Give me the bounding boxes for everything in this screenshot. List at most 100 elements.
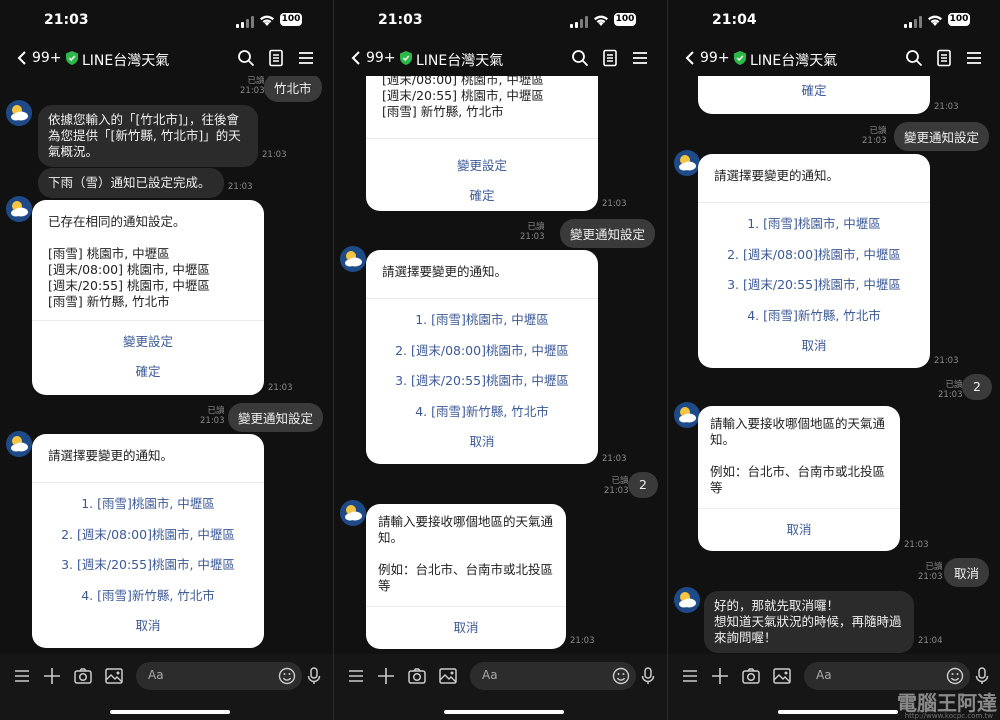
input-placeholder: Aa [148, 668, 164, 682]
menu-icon[interactable] [12, 666, 32, 686]
weather-sun-cloud-icon [11, 105, 28, 121]
emoji-icon[interactable] [278, 667, 296, 685]
message-time: 21:03 [268, 383, 293, 393]
cancel-button[interactable]: 取消 [366, 613, 566, 643]
read-receipt: 已讀 21:03 [520, 222, 545, 242]
microphone-icon[interactable] [972, 666, 992, 686]
cellular-signal-icon [904, 16, 922, 28]
cancel-button[interactable]: 取消 [366, 427, 598, 458]
message-time: 21:03 [934, 102, 959, 112]
message-time: 21:03 [262, 150, 287, 160]
input-placeholder: Aa [482, 668, 498, 682]
weather-bot-avatar[interactable] [674, 587, 700, 613]
menu-icon[interactable] [680, 666, 700, 686]
option-3[interactable]: 3. [週末/20:55]桃園市, 中壢區 [32, 550, 264, 581]
message-input[interactable]: Aa [136, 662, 302, 690]
notes-icon[interactable] [600, 48, 620, 68]
option-3[interactable]: 3. [週末/20:55]桃園市, 中壢區 [698, 270, 930, 301]
weather-bot-avatar[interactable] [674, 402, 700, 428]
option-1[interactable]: 1. [雨雪]桃園市, 中壢區 [366, 305, 598, 336]
plus-icon[interactable] [710, 666, 730, 686]
change-settings-button[interactable]: 變更設定 [366, 151, 598, 181]
plus-icon[interactable] [42, 666, 62, 686]
microphone-icon[interactable] [638, 666, 658, 686]
camera-icon[interactable] [741, 666, 761, 686]
emoji-icon[interactable] [612, 667, 630, 685]
back-arrow-icon[interactable] [348, 50, 364, 66]
read-receipt: 已讀 21:03 [862, 126, 887, 146]
unread-count[interactable]: 99+ [700, 50, 730, 66]
weather-sun-cloud-icon [345, 251, 362, 267]
chat-title: LINE台灣天氣 [416, 53, 504, 69]
confirm-button[interactable]: 確定 [32, 357, 264, 387]
status-bar: 21:04 100 [668, 0, 1000, 40]
camera-icon[interactable] [407, 666, 427, 686]
change-settings-button[interactable]: 變更設定 [32, 327, 264, 357]
card-body: [週末/08:00] 桃園市, 中壢區 [週末/20:55] 桃園市, 中壢區 … [382, 76, 544, 119]
option-2[interactable]: 2. [週末/08:00]桃園市, 中壢區 [366, 336, 598, 367]
search-icon[interactable] [570, 48, 590, 68]
camera-icon[interactable] [73, 666, 93, 686]
menu-icon[interactable] [296, 48, 316, 68]
back-arrow-icon[interactable] [682, 50, 698, 66]
option-1[interactable]: 1. [雨雪]桃園市, 中壢區 [698, 209, 930, 240]
enter-region-card: 請輸入要接收哪個地區的天氣通 知。 例如：台北市、台南市或北投區 等 取消 [698, 406, 900, 551]
select-notification-card: 請選擇要變更的通知。 1. [雨雪]桃園市, 中壢區 2. [週末/08:00]… [366, 250, 598, 464]
menu-icon[interactable] [964, 48, 984, 68]
option-3[interactable]: 3. [週末/20:55]桃園市, 中壢區 [366, 366, 598, 397]
status-time: 21:03 [378, 12, 423, 28]
cancel-button[interactable]: 取消 [698, 331, 930, 362]
search-icon[interactable] [236, 48, 256, 68]
weather-sun-cloud-icon [11, 436, 28, 452]
emoji-icon[interactable] [946, 667, 964, 685]
notes-icon[interactable] [266, 48, 286, 68]
message-time: 21:03 [602, 454, 627, 464]
option-4[interactable]: 4. [雨雪]新竹縣, 竹北市 [366, 397, 598, 428]
option-1[interactable]: 1. [雨雪]桃園市, 中壢區 [32, 489, 264, 520]
option-4[interactable]: 4. [雨雪]新竹縣, 竹北市 [698, 301, 930, 332]
sent-message-change: 變更通知設定 [894, 122, 990, 151]
cellular-signal-icon [236, 16, 254, 28]
weather-bot-avatar[interactable] [6, 431, 32, 457]
weather-bot-avatar[interactable] [6, 100, 32, 126]
confirm-button[interactable]: 確定 [366, 181, 598, 211]
read-receipt: 已讀 21:03 [200, 406, 225, 426]
battery-icon: 100 [614, 13, 636, 26]
sent-message-number: 2 [628, 472, 658, 498]
image-icon[interactable] [104, 666, 124, 686]
back-arrow-icon[interactable] [14, 50, 30, 66]
existing-settings-card: 已存在相同的通知設定。 [雨雪] 桃園市, 中壢區 [週末/08:00] 桃園市… [32, 200, 264, 395]
option-4[interactable]: 4. [雨雪]新竹縣, 竹北市 [32, 581, 264, 612]
search-icon[interactable] [904, 48, 924, 68]
battery-icon: 100 [948, 13, 970, 26]
read-receipt: 已讀 21:03 [938, 380, 963, 400]
weather-bot-avatar[interactable] [340, 500, 366, 526]
unread-count[interactable]: 99+ [366, 50, 396, 66]
image-icon[interactable] [438, 666, 458, 686]
option-2[interactable]: 2. [週末/08:00]桃園市, 中壢區 [698, 240, 930, 271]
menu-icon[interactable] [630, 48, 650, 68]
message-input[interactable]: Aa [470, 662, 636, 690]
sent-message-change: 變更通知設定 [228, 403, 324, 432]
cancel-button[interactable]: 取消 [698, 515, 900, 545]
message-input[interactable]: Aa [804, 662, 970, 690]
weather-bot-avatar[interactable] [6, 196, 32, 222]
message-time: 21:03 [602, 199, 627, 209]
home-indicator [444, 710, 564, 714]
cancel-button[interactable]: 取消 [32, 611, 264, 642]
bot-message-cancelled: 好的，那就先取消囉！ 想知道天氣狀況的時候，再隨時過 來詢問喔！ [704, 591, 914, 653]
status-time: 21:03 [44, 12, 89, 28]
confirm-button[interactable]: 確定 [698, 76, 930, 106]
plus-icon[interactable] [376, 666, 396, 686]
weather-bot-avatar[interactable] [674, 150, 700, 176]
option-2[interactable]: 2. [週末/08:00]桃園市, 中壢區 [32, 520, 264, 551]
message-input-bar: Aa [0, 654, 333, 720]
input-placeholder: Aa [816, 668, 832, 682]
cellular-signal-icon [570, 16, 588, 28]
menu-icon[interactable] [346, 666, 366, 686]
image-icon[interactable] [772, 666, 792, 686]
notes-icon[interactable] [934, 48, 954, 68]
unread-count[interactable]: 99+ [32, 50, 62, 66]
microphone-icon[interactable] [304, 666, 324, 686]
weather-bot-avatar[interactable] [340, 246, 366, 272]
